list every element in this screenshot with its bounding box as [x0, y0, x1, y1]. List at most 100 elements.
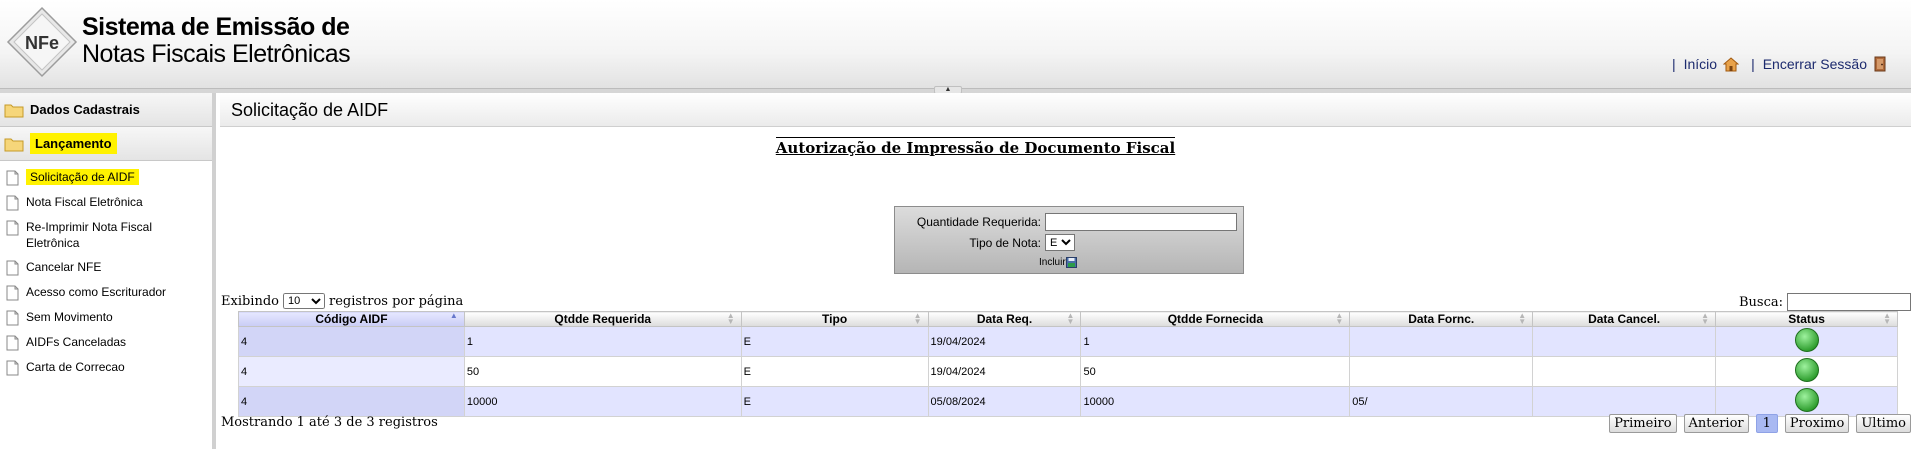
cell-qtd-fornecida: 50	[1080, 356, 1351, 387]
menu-item-aidfs-canceladas[interactable]: AIDFs Canceladas	[0, 330, 212, 355]
table-row[interactable]: 4 10000 E 05/08/2024 10000 05/	[238, 386, 1898, 417]
sort-icon: ▲ ▼	[1066, 311, 1075, 326]
cell-status	[1715, 326, 1898, 357]
column-label: Data Cancel.	[1588, 312, 1661, 326]
menu-item-sem-movimento[interactable]: Sem Movimento	[0, 305, 212, 330]
column-header-data-req[interactable]: Data Req. ▲ ▼	[927, 311, 1082, 327]
cell-data-req: 19/04/2024	[927, 356, 1082, 387]
menu-item-label: Solicitação de AIDF	[26, 169, 139, 185]
menu-item-label: Nota Fiscal Eletrônica	[26, 195, 143, 209]
cell-qtd-requerida: 50	[463, 356, 742, 387]
inicio-link[interactable]: Início	[1684, 56, 1717, 72]
aidf-table: Código AIDF ▲ Qtdde Requerida ▲ ▼ Tipo ▲ ▼ Da…	[238, 311, 1898, 417]
column-header-tipo[interactable]: Tipo ▲ ▼	[740, 311, 929, 327]
search-input[interactable]	[1787, 293, 1911, 311]
menu-item-solicitacao-aidf[interactable]: Solicitação de AIDF	[0, 165, 212, 190]
menu-item-label: AIDFs Canceladas	[26, 335, 127, 349]
column-label: Código AIDF	[315, 312, 388, 326]
page-icon	[6, 220, 19, 236]
sidebar: Dados Cadastrais Lançamento Solicitação …	[0, 93, 216, 449]
sort-icon: ▲ ▼	[726, 311, 735, 326]
menu-item-reimprimir[interactable]: Re-Imprimir Nota Fiscal Eletrônica	[0, 215, 212, 255]
column-header-qtd-fornecida[interactable]: Qtdde Fornecida ▲ ▼	[1080, 311, 1351, 327]
title-line-2: Notas Fiscais Eletrônicas	[82, 40, 351, 68]
section-lancamento[interactable]: Lançamento	[0, 127, 212, 161]
status-green-icon	[1794, 388, 1819, 412]
table-header-row: Código AIDF ▲ Qtdde Requerida ▲ ▼ Tipo ▲ ▼ Da…	[238, 311, 1898, 327]
column-label: Qtdde Fornecida	[1167, 312, 1264, 326]
length-suffix: registros por página	[328, 293, 464, 309]
svg-text:NFe: NFe	[25, 33, 59, 53]
pager-page-1-button[interactable]: 1	[1755, 414, 1778, 433]
menu-item-label: Acesso como Escriturador	[26, 285, 167, 299]
cell-data-fornc	[1349, 326, 1534, 357]
section-dados-cadastrais[interactable]: Dados Cadastrais	[0, 93, 212, 127]
cell-data-cancel	[1532, 326, 1717, 357]
status-green-icon	[1794, 358, 1819, 382]
cell-status	[1715, 356, 1898, 387]
menu-item-cancelar-nfe[interactable]: Cancelar NFE	[0, 255, 212, 280]
column-header-data-fornc[interactable]: Data Fornc. ▲ ▼	[1349, 311, 1534, 327]
nav-separator: |	[1671, 56, 1676, 72]
main-content: Solicitação de AIDF Autorização de Impre…	[220, 93, 1911, 449]
page-icon	[6, 335, 19, 351]
quantidade-requerida-input[interactable]	[1045, 213, 1237, 231]
qtd-row: Quantidade Requerida:	[903, 213, 1237, 231]
cell-qtd-fornecida: 10000	[1080, 386, 1351, 417]
length-control: Exibindo 10 registros por página	[221, 293, 463, 309]
home-icon[interactable]	[1723, 56, 1740, 72]
menu-item-carta-correcao[interactable]: Carta de Correcao	[0, 355, 212, 380]
cell-data-cancel	[1532, 386, 1717, 417]
cell-qtd-requerida: 10000	[463, 386, 742, 417]
tipo-row: Tipo de Nota: E	[903, 234, 1075, 251]
menu-item-label: Carta de Correcao	[26, 360, 125, 374]
page-icon	[6, 195, 19, 211]
title-line-1: Sistema de Emissão de	[82, 13, 350, 41]
status-green-icon	[1794, 328, 1819, 352]
sort-icon: ▲ ▼	[1335, 311, 1344, 326]
sort-icon: ▲ ▼	[1701, 311, 1710, 326]
pagination: Primeiro Anterior 1 Proximo Ultimo	[1602, 414, 1911, 433]
door-exit-icon[interactable]	[1873, 56, 1887, 72]
nav-separator: |	[1751, 56, 1755, 72]
column-header-data-cancel[interactable]: Data Cancel. ▲ ▼	[1532, 311, 1717, 327]
menu-item-acesso-escriturador[interactable]: Acesso como Escriturador	[0, 280, 212, 305]
encerrar-sessao-link[interactable]: Encerrar Sessão	[1763, 56, 1867, 72]
search-control: Busca:	[1739, 293, 1911, 311]
cell-data-req: 19/04/2024	[927, 326, 1082, 357]
tipo-nota-select[interactable]: E	[1045, 234, 1075, 251]
menu-list: Solicitação de AIDF Nota Fiscal Eletrôni…	[0, 161, 212, 380]
cell-data-cancel	[1532, 356, 1717, 387]
aidf-form: Quantidade Requerida: Tipo de Nota: E In…	[894, 206, 1244, 274]
folder-icon	[4, 138, 24, 151]
column-header-codigo[interactable]: Código AIDF ▲	[238, 311, 465, 327]
column-label: Status	[1788, 312, 1825, 326]
column-header-status[interactable]: Status ▲ ▼	[1715, 311, 1898, 327]
sort-icon: ▲ ▼	[913, 311, 922, 326]
pager-last-button[interactable]: Ultimo	[1856, 414, 1911, 433]
search-label: Busca:	[1738, 294, 1783, 310]
pager-prev-button[interactable]: Anterior	[1683, 414, 1749, 433]
sort-icon: ▲ ▼	[1883, 311, 1891, 326]
header-nav: | Início | Encerrar Sessão	[1660, 56, 1887, 72]
column-header-qtd-requerida[interactable]: Qtdde Requerida ▲ ▼	[463, 311, 742, 327]
cell-status	[1715, 386, 1898, 417]
cell-qtd-fornecida: 1	[1080, 326, 1351, 357]
save-icon	[1065, 257, 1077, 268]
cell-codigo: 4	[238, 386, 465, 417]
folder-icon	[4, 104, 24, 117]
page-length-select[interactable]: 10	[282, 293, 325, 309]
qtd-label: Quantidade Requerida:	[916, 215, 1041, 229]
cell-qtd-requerida: 1	[463, 326, 742, 357]
cell-tipo: E	[740, 386, 929, 417]
table-row[interactable]: 4 50 E 19/04/2024 50	[238, 356, 1898, 387]
column-label: Qtdde Requerida	[554, 312, 652, 326]
table-row[interactable]: 4 1 E 19/04/2024 1	[238, 326, 1898, 357]
incluir-button[interactable]: Incluir	[1039, 257, 1077, 268]
pager-next-button[interactable]: Proximo	[1784, 414, 1850, 433]
section-label: Lançamento	[30, 133, 117, 154]
menu-item-nota-fiscal[interactable]: Nota Fiscal Eletrônica	[0, 190, 212, 215]
nfe-logo: NFe	[6, 6, 78, 78]
pager-first-button[interactable]: Primeiro	[1609, 414, 1677, 433]
menu-item-label: Re-Imprimir Nota Fiscal Eletrônica	[26, 220, 153, 250]
